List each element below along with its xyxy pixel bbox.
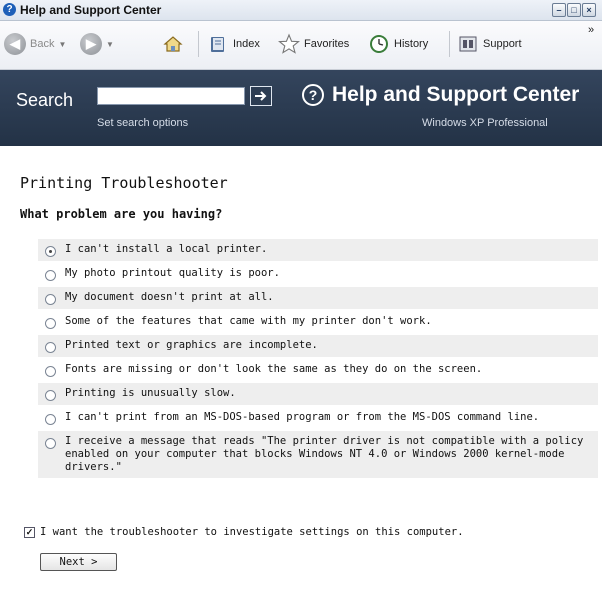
next-button[interactable]: Next > [40,553,117,571]
favorites-button[interactable]: Favorites [278,21,349,67]
investigate-settings-row[interactable]: ✓ I want the troubleshooter to investiga… [24,526,464,538]
problem-option[interactable]: My document doesn't print at all. [38,287,598,311]
forward-dropdown-icon[interactable]: ▼ [106,40,114,49]
support-icon [457,33,479,55]
search-input[interactable] [97,87,245,105]
option-label: My document doesn't print at all. [65,291,274,303]
problem-option[interactable]: I can't print from an MS-DOS-based progr… [38,407,598,431]
star-icon [278,33,300,55]
help-question-icon: ? [3,3,16,16]
radio-button[interactable] [45,366,56,377]
problem-option[interactable]: Printed text or graphics are incomplete. [38,335,598,359]
problem-option[interactable]: Fonts are missing or don't look the same… [38,359,598,383]
option-label: Some of the features that came with my p… [65,315,432,327]
option-label: Printed text or graphics are incomplete. [65,339,318,351]
toolbar-overflow-chevron[interactable]: » [588,7,594,53]
help-support-window: ? Help and Support Center – □ × ◀ Back ▼… [0,0,602,614]
radio-button[interactable] [45,438,56,449]
radio-button[interactable] [45,294,56,305]
set-search-options-link[interactable]: Set search options [97,117,188,129]
book-icon [207,33,229,55]
question-heading: What problem are you having? [20,207,223,221]
option-label: I can't print from an MS-DOS-based progr… [65,411,540,423]
option-label: Fonts are missing or don't look the same… [65,363,483,375]
radio-button[interactable] [45,270,56,281]
forward-arrow-icon: ▶ [80,33,102,55]
history-label: History [394,38,429,50]
right-arrow-icon [255,91,267,101]
window-title: Help and Support Center [20,3,162,17]
option-label: Printing is unusually slow. [65,387,236,399]
problem-option[interactable]: Some of the features that came with my p… [38,311,598,335]
home-button[interactable] [162,21,184,67]
header-title: Help and Support Center [332,83,580,106]
favorites-label: Favorites [304,38,350,50]
history-clock-icon [368,33,390,55]
support-label: Support [483,38,522,50]
search-header: Search Set search options ? Help and Sup… [0,70,602,146]
search-label: Search [16,90,74,110]
toolbar-separator [198,31,199,57]
radio-button[interactable] [45,342,56,353]
index-button[interactable]: Index [207,21,260,67]
title-bar[interactable]: ? Help and Support Center – □ × [0,0,602,21]
investigate-checkbox[interactable]: ✓ [24,526,35,538]
radio-button[interactable] [45,318,56,329]
toolbar: ◀ Back ▼ ▶ ▼ Index Favorites History Sup… [0,21,602,70]
forward-button[interactable]: ▶ ▼ [80,21,114,67]
problem-options-list: I can't install a local printer. My phot… [38,239,598,480]
search-go-button[interactable] [250,86,272,106]
toolbar-separator [449,31,450,57]
back-button[interactable]: ◀ Back ▼ [4,21,66,67]
history-button[interactable]: History [368,21,428,67]
support-button[interactable]: Support [457,21,522,67]
radio-button[interactable] [45,246,56,257]
page-title: Printing Troubleshooter [20,174,228,192]
option-label: I can't install a local printer. [65,243,268,255]
investigate-label: I want the troubleshooter to investigate… [40,526,464,538]
os-name: Windows XP Professional [422,117,548,129]
back-dropdown-icon[interactable]: ▼ [58,40,66,49]
back-label: Back [30,38,55,50]
maximize-icon[interactable]: □ [567,3,581,17]
index-label: Index [233,38,260,50]
minimize-icon[interactable]: – [552,3,566,17]
radio-button[interactable] [45,390,56,401]
problem-option[interactable]: My photo printout quality is poor. [38,263,598,287]
back-arrow-icon: ◀ [4,33,26,55]
option-label: My photo printout quality is poor. [65,267,280,279]
problem-option[interactable]: Printing is unusually slow. [38,383,598,407]
problem-option[interactable]: I receive a message that reads "The prin… [38,431,598,480]
problem-option[interactable]: I can't install a local printer. [38,239,598,263]
radio-button[interactable] [45,414,56,425]
help-question-icon: ? [302,84,324,106]
option-label: I receive a message that reads "The prin… [65,435,584,473]
troubleshooter-content: Printing Troubleshooter What problem are… [0,147,602,614]
home-icon [162,33,184,55]
